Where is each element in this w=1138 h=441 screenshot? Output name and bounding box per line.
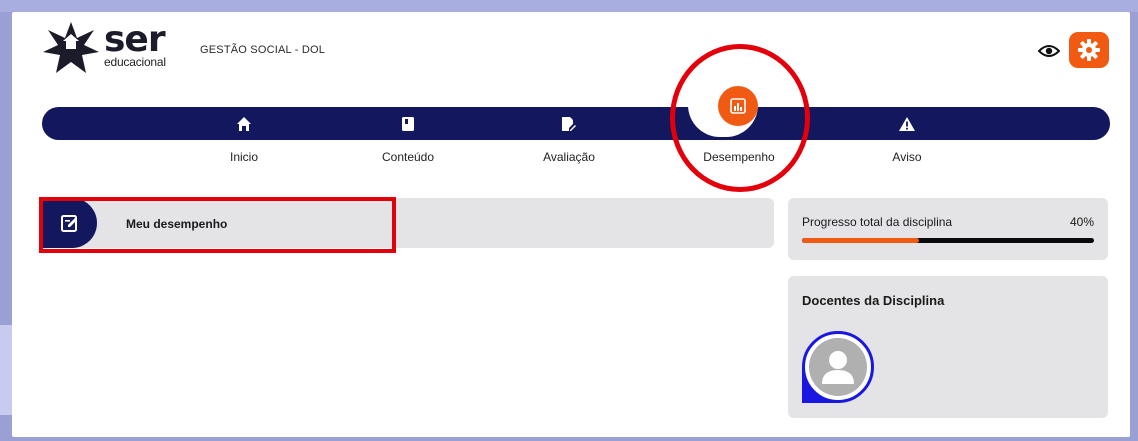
progress-title: Progresso total da disciplina (802, 215, 953, 229)
progress-bar (802, 238, 1094, 243)
progress-percent: 40% (1069, 215, 1094, 229)
avatar-ring (802, 331, 874, 403)
docentes-title: Docentes da Disciplina (802, 293, 945, 308)
logo-mark-icon (42, 20, 100, 76)
docentes-card: Docentes da Disciplina (788, 276, 1108, 418)
page-container: ser educacional GESTÃO SOCIAL - DOL Inic… (12, 12, 1130, 437)
gear-icon (1078, 39, 1100, 61)
logo-subtitle: educacional (104, 55, 166, 69)
warning-icon (899, 117, 915, 131)
docente-avatar[interactable] (802, 331, 874, 403)
settings-button[interactable] (1069, 32, 1109, 68)
eye-icon[interactable] (1037, 42, 1061, 60)
home-icon (237, 117, 251, 131)
logo-wordmark: ser (104, 19, 166, 60)
nav-item-aviso[interactable] (898, 115, 916, 133)
progress-card: Progresso total da disciplina 40% (788, 198, 1108, 260)
course-title: GESTÃO SOCIAL - DOL (200, 44, 326, 56)
side-tab (0, 325, 12, 415)
nav-label-avaliacao[interactable]: Avaliação (543, 150, 595, 164)
annotation-rectangle (39, 197, 396, 253)
progress-bar-fill (802, 238, 919, 243)
annotation-circle (670, 44, 810, 192)
browser-frame-top (0, 0, 1138, 12)
nav-item-avaliacao[interactable] (559, 115, 577, 133)
nav-label-inicio[interactable]: Inicio (230, 150, 258, 164)
edit-document-icon (562, 117, 576, 131)
nav-label-conteudo[interactable]: Conteúdo (382, 150, 434, 164)
user-icon (809, 338, 867, 396)
nav-label-aviso[interactable]: Aviso (892, 150, 921, 164)
ser-educacional-logo[interactable]: ser educacional (42, 20, 166, 76)
nav-item-inicio[interactable] (235, 115, 253, 133)
nav-item-conteudo[interactable] (399, 115, 417, 133)
book-icon (402, 117, 414, 131)
